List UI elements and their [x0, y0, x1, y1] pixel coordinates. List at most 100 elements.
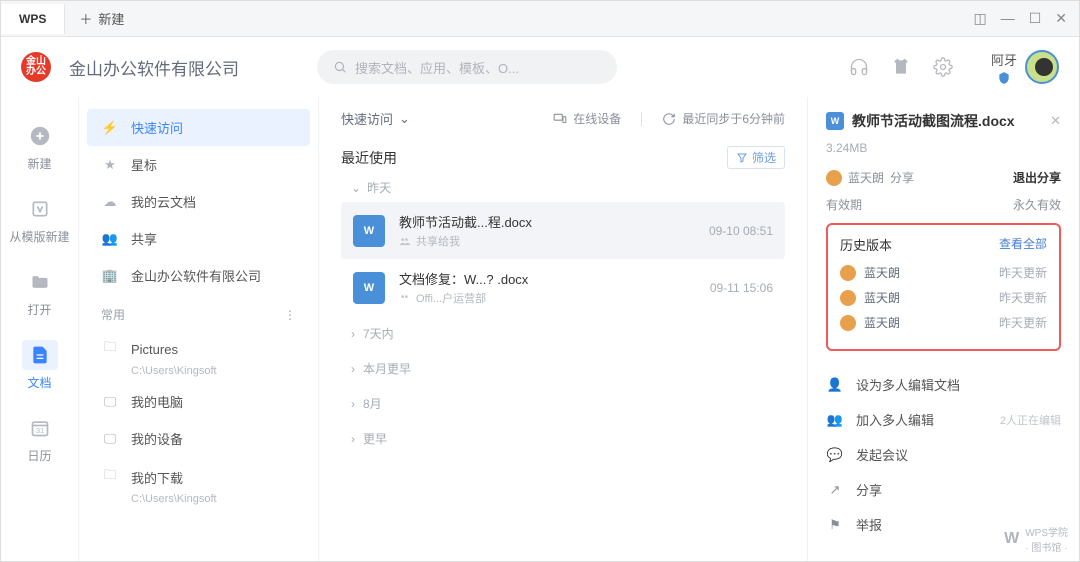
sidebar-label: 我的电脑: [131, 392, 183, 411]
group-7days[interactable]: ›7天内: [341, 316, 785, 351]
rail-template[interactable]: 从模版新建: [1, 186, 78, 253]
online-devices[interactable]: 在线设备: [553, 110, 621, 127]
last-sync: 最近同步于6分钟前: [662, 110, 785, 127]
more-icon[interactable]: ⋮: [284, 308, 296, 322]
panel-icon[interactable]: ◫: [973, 10, 986, 27]
group-month-earlier[interactable]: ›本月更早: [341, 351, 785, 386]
search-icon: [333, 60, 347, 74]
sidebar-path: C:\Users\Kingsoft: [87, 493, 310, 505]
download-icon: 🗀: [101, 466, 119, 488]
sidebar-star[interactable]: ★ 星标: [87, 146, 310, 183]
file-sub-label: Offi...户运营部: [416, 290, 486, 306]
docx-icon: W: [353, 215, 385, 247]
calendar-icon: 31: [30, 418, 50, 438]
sidebar-pictures[interactable]: 🗀 Pictures: [87, 329, 310, 369]
minimize-icon[interactable]: —: [1001, 10, 1015, 27]
left-rail: 新建 从模版新建 打开 文档 31 日历: [1, 97, 79, 561]
file-row[interactable]: W 教师节活动截...程.docx 共享给我 09-10 08:51: [341, 202, 785, 259]
action-share[interactable]: ↗ 分享: [826, 472, 1061, 507]
history-head: 历史版本 查看全部: [840, 235, 1047, 254]
action-label: 分享: [856, 480, 882, 499]
group-earlier[interactable]: ›更早: [341, 421, 785, 456]
history-name: 蓝天朗: [864, 289, 991, 306]
action-set-multiedit[interactable]: 👤 设为多人编辑文档: [826, 367, 1061, 402]
chevron-down-icon: ⌄: [399, 111, 410, 127]
rail-calendar[interactable]: 31 日历: [1, 405, 78, 472]
sidebar-mydevice[interactable]: 🖵 我的设备: [87, 420, 310, 457]
sidebar-label: 金山办公软件有限公司: [131, 266, 261, 285]
sidebar-label: 我的下载: [131, 468, 183, 487]
group-yesterday[interactable]: ⌄ 昨天: [351, 179, 785, 196]
sidebar-share[interactable]: 👥 共享: [87, 220, 310, 257]
people-icon: [399, 293, 410, 304]
close-icon[interactable]: ✕: [1050, 113, 1061, 129]
plus-icon: ＋: [79, 9, 92, 28]
rail-docs[interactable]: 文档: [1, 332, 78, 399]
user-name: 阿牙: [991, 50, 1017, 69]
cloud-icon: ☁: [101, 194, 119, 210]
tshirt-icon[interactable]: [891, 57, 911, 77]
action-label: 加入多人编辑: [856, 410, 934, 429]
group-label-text: 昨天: [367, 179, 391, 196]
sidebar-company[interactable]: 🏢 金山办公软件有限公司: [87, 257, 310, 294]
avatar[interactable]: [1025, 50, 1059, 84]
section-label: 最近使用: [341, 148, 397, 168]
rail-label: 文档: [1, 374, 78, 391]
rail-open[interactable]: 打开: [1, 259, 78, 326]
file-size: 3.24MB: [826, 141, 1061, 155]
gear-icon[interactable]: [933, 57, 953, 77]
file-row[interactable]: W 文档修复：W...? .docx Offi...户运营部 09-11 15:…: [341, 259, 785, 316]
validity-value: 永久有效: [1013, 196, 1061, 213]
docx-icon: W: [826, 112, 844, 130]
star-icon: ★: [101, 157, 119, 173]
history-item[interactable]: 蓝天朗 昨天更新: [840, 289, 1047, 306]
sidebar-cloud[interactable]: ☁ 我的云文档: [87, 183, 310, 220]
label: 在线设备: [573, 110, 621, 127]
group-label-text: 更早: [363, 430, 387, 447]
wps-college-badge[interactable]: W WPS学院 · 图书馆 ·: [1004, 524, 1068, 554]
action-label: 举报: [856, 515, 882, 534]
sidebar-label: 共享: [131, 229, 157, 248]
maximize-icon[interactable]: ☐: [1029, 10, 1042, 27]
group-label-text: 本月更早: [363, 360, 411, 377]
titlebar: WPS ＋ 新建 ◫ — ☐ ✕: [1, 1, 1079, 37]
action-list: 👤 设为多人编辑文档 👥 加入多人编辑 2人正在编辑 💬 发起会议 ↗ 分享 ⚑…: [826, 367, 1061, 542]
exit-share-button[interactable]: 退出分享: [1013, 169, 1061, 186]
user-menu[interactable]: 阿牙: [991, 50, 1059, 85]
college-sub: · 图书馆 ·: [1025, 539, 1068, 554]
app-tab[interactable]: WPS: [1, 4, 65, 34]
sidebar-mypc[interactable]: 🖵 我的电脑: [87, 383, 310, 420]
sync-icon: [662, 112, 676, 126]
group-label-text: 8月: [363, 395, 382, 412]
new-tab-button[interactable]: ＋ 新建: [65, 9, 138, 28]
funnel-icon: [736, 152, 748, 164]
search-input[interactable]: 搜索文档、应用、模板、O...: [317, 50, 617, 84]
close-icon[interactable]: ✕: [1055, 10, 1067, 27]
app-logo: 金山办公: [21, 52, 51, 82]
group-august[interactable]: ›8月: [341, 386, 785, 421]
docx-icon: W: [353, 272, 385, 304]
file-time: 09-11 15:06: [710, 281, 773, 295]
action-join-multiedit[interactable]: 👥 加入多人编辑 2人正在编辑: [826, 402, 1061, 437]
breadcrumb[interactable]: 快速访问 ⌄: [341, 109, 410, 128]
detail-title-row: W 教师节活动截图流程.docx ✕: [826, 111, 1061, 131]
section-label: 常用: [101, 306, 125, 323]
action-start-meeting[interactable]: 💬 发起会议: [826, 437, 1061, 472]
sidebar-quick-access[interactable]: ⚡ 快速访问: [87, 109, 310, 146]
sidebar: ⚡ 快速访问 ★ 星标 ☁ 我的云文档 👥 共享 🏢 金山办公软件有限公司 常用…: [79, 97, 319, 561]
rail-label: 日历: [1, 447, 78, 464]
chevron-right-icon: ›: [351, 327, 355, 341]
history-time: 昨天更新: [999, 264, 1047, 281]
rail-new[interactable]: 新建: [1, 113, 78, 180]
header-actions: [849, 57, 953, 77]
history-item[interactable]: 蓝天朗 昨天更新: [840, 264, 1047, 281]
history-view-all[interactable]: 查看全部: [999, 235, 1047, 254]
history-item[interactable]: 蓝天朗 昨天更新: [840, 314, 1047, 331]
sidebar-mydownload[interactable]: 🗀 我的下载: [87, 457, 310, 497]
validity-label: 有效期: [826, 196, 862, 213]
filter-button[interactable]: 筛选: [727, 146, 785, 169]
headset-icon[interactable]: [849, 57, 869, 77]
history-time: 昨天更新: [999, 289, 1047, 306]
sidebar-label: 快速访问: [131, 118, 183, 137]
content-header: 快速访问 ⌄ 在线设备 最近同步于6分钟前: [341, 109, 785, 128]
